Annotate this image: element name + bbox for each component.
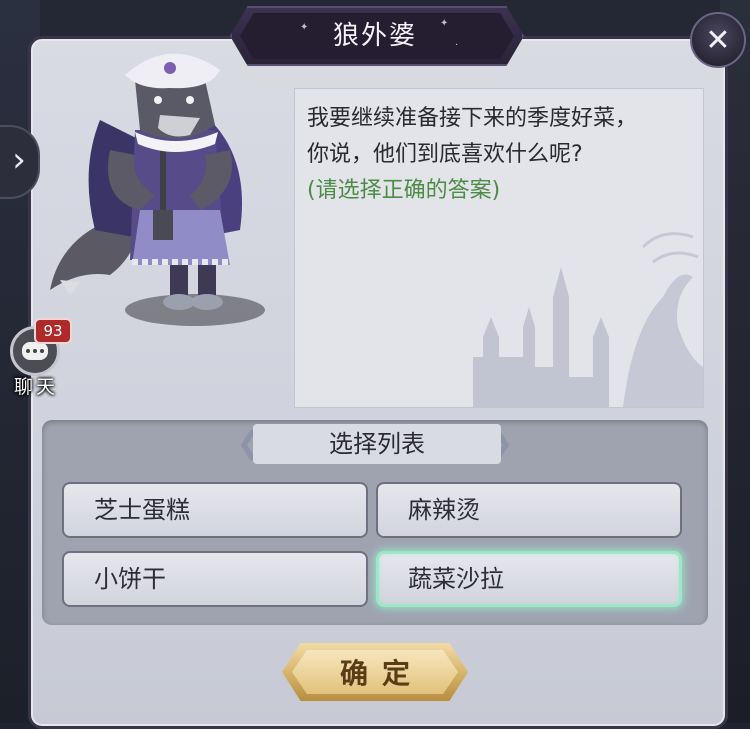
option-cookies[interactable]: 小饼干 bbox=[62, 551, 368, 607]
dialogue-text: 我要继续准备接下来的季度好菜， 你说，他们到底喜欢什么呢? (请选择正确的答案) bbox=[307, 101, 689, 209]
chevron-right-icon: › bbox=[12, 140, 26, 180]
chat-label: 聊天 bbox=[13, 376, 58, 398]
wolf-grandma-illustration bbox=[50, 53, 265, 326]
dialogue-line-1: 我要继续准备接下来的季度好菜， bbox=[307, 106, 638, 131]
dialogue-hint: (请选择正确的答案) bbox=[307, 178, 501, 203]
chat-unread-badge: 93 bbox=[34, 318, 72, 344]
choice-list-header: 选择列表 bbox=[253, 424, 501, 464]
confirm-button[interactable]: 确定 bbox=[282, 643, 468, 701]
option-cheesecake[interactable]: 芝士蛋糕 bbox=[62, 482, 368, 538]
close-button[interactable]: ✕ bbox=[690, 12, 746, 68]
dialogue-line-2: 你说，他们到底喜欢什么呢? bbox=[307, 142, 583, 167]
chat-widget[interactable]: 93 聊天 bbox=[4, 318, 72, 398]
dialog-title: 狼外婆 bbox=[332, 21, 417, 51]
option-vegetable-salad[interactable]: 蔬菜沙拉 bbox=[376, 551, 682, 607]
npc-portrait bbox=[40, 40, 270, 340]
close-icon: ✕ bbox=[705, 22, 731, 58]
castle-silhouette-decoration bbox=[473, 232, 703, 407]
option-malatang[interactable]: 麻辣烫 bbox=[376, 482, 682, 538]
confirm-button-label: 确定 bbox=[292, 650, 458, 694]
dialogue-box: 我要继续准备接下来的季度好菜， 你说，他们到底喜欢什么呢? (请选择正确的答案) bbox=[294, 88, 704, 408]
